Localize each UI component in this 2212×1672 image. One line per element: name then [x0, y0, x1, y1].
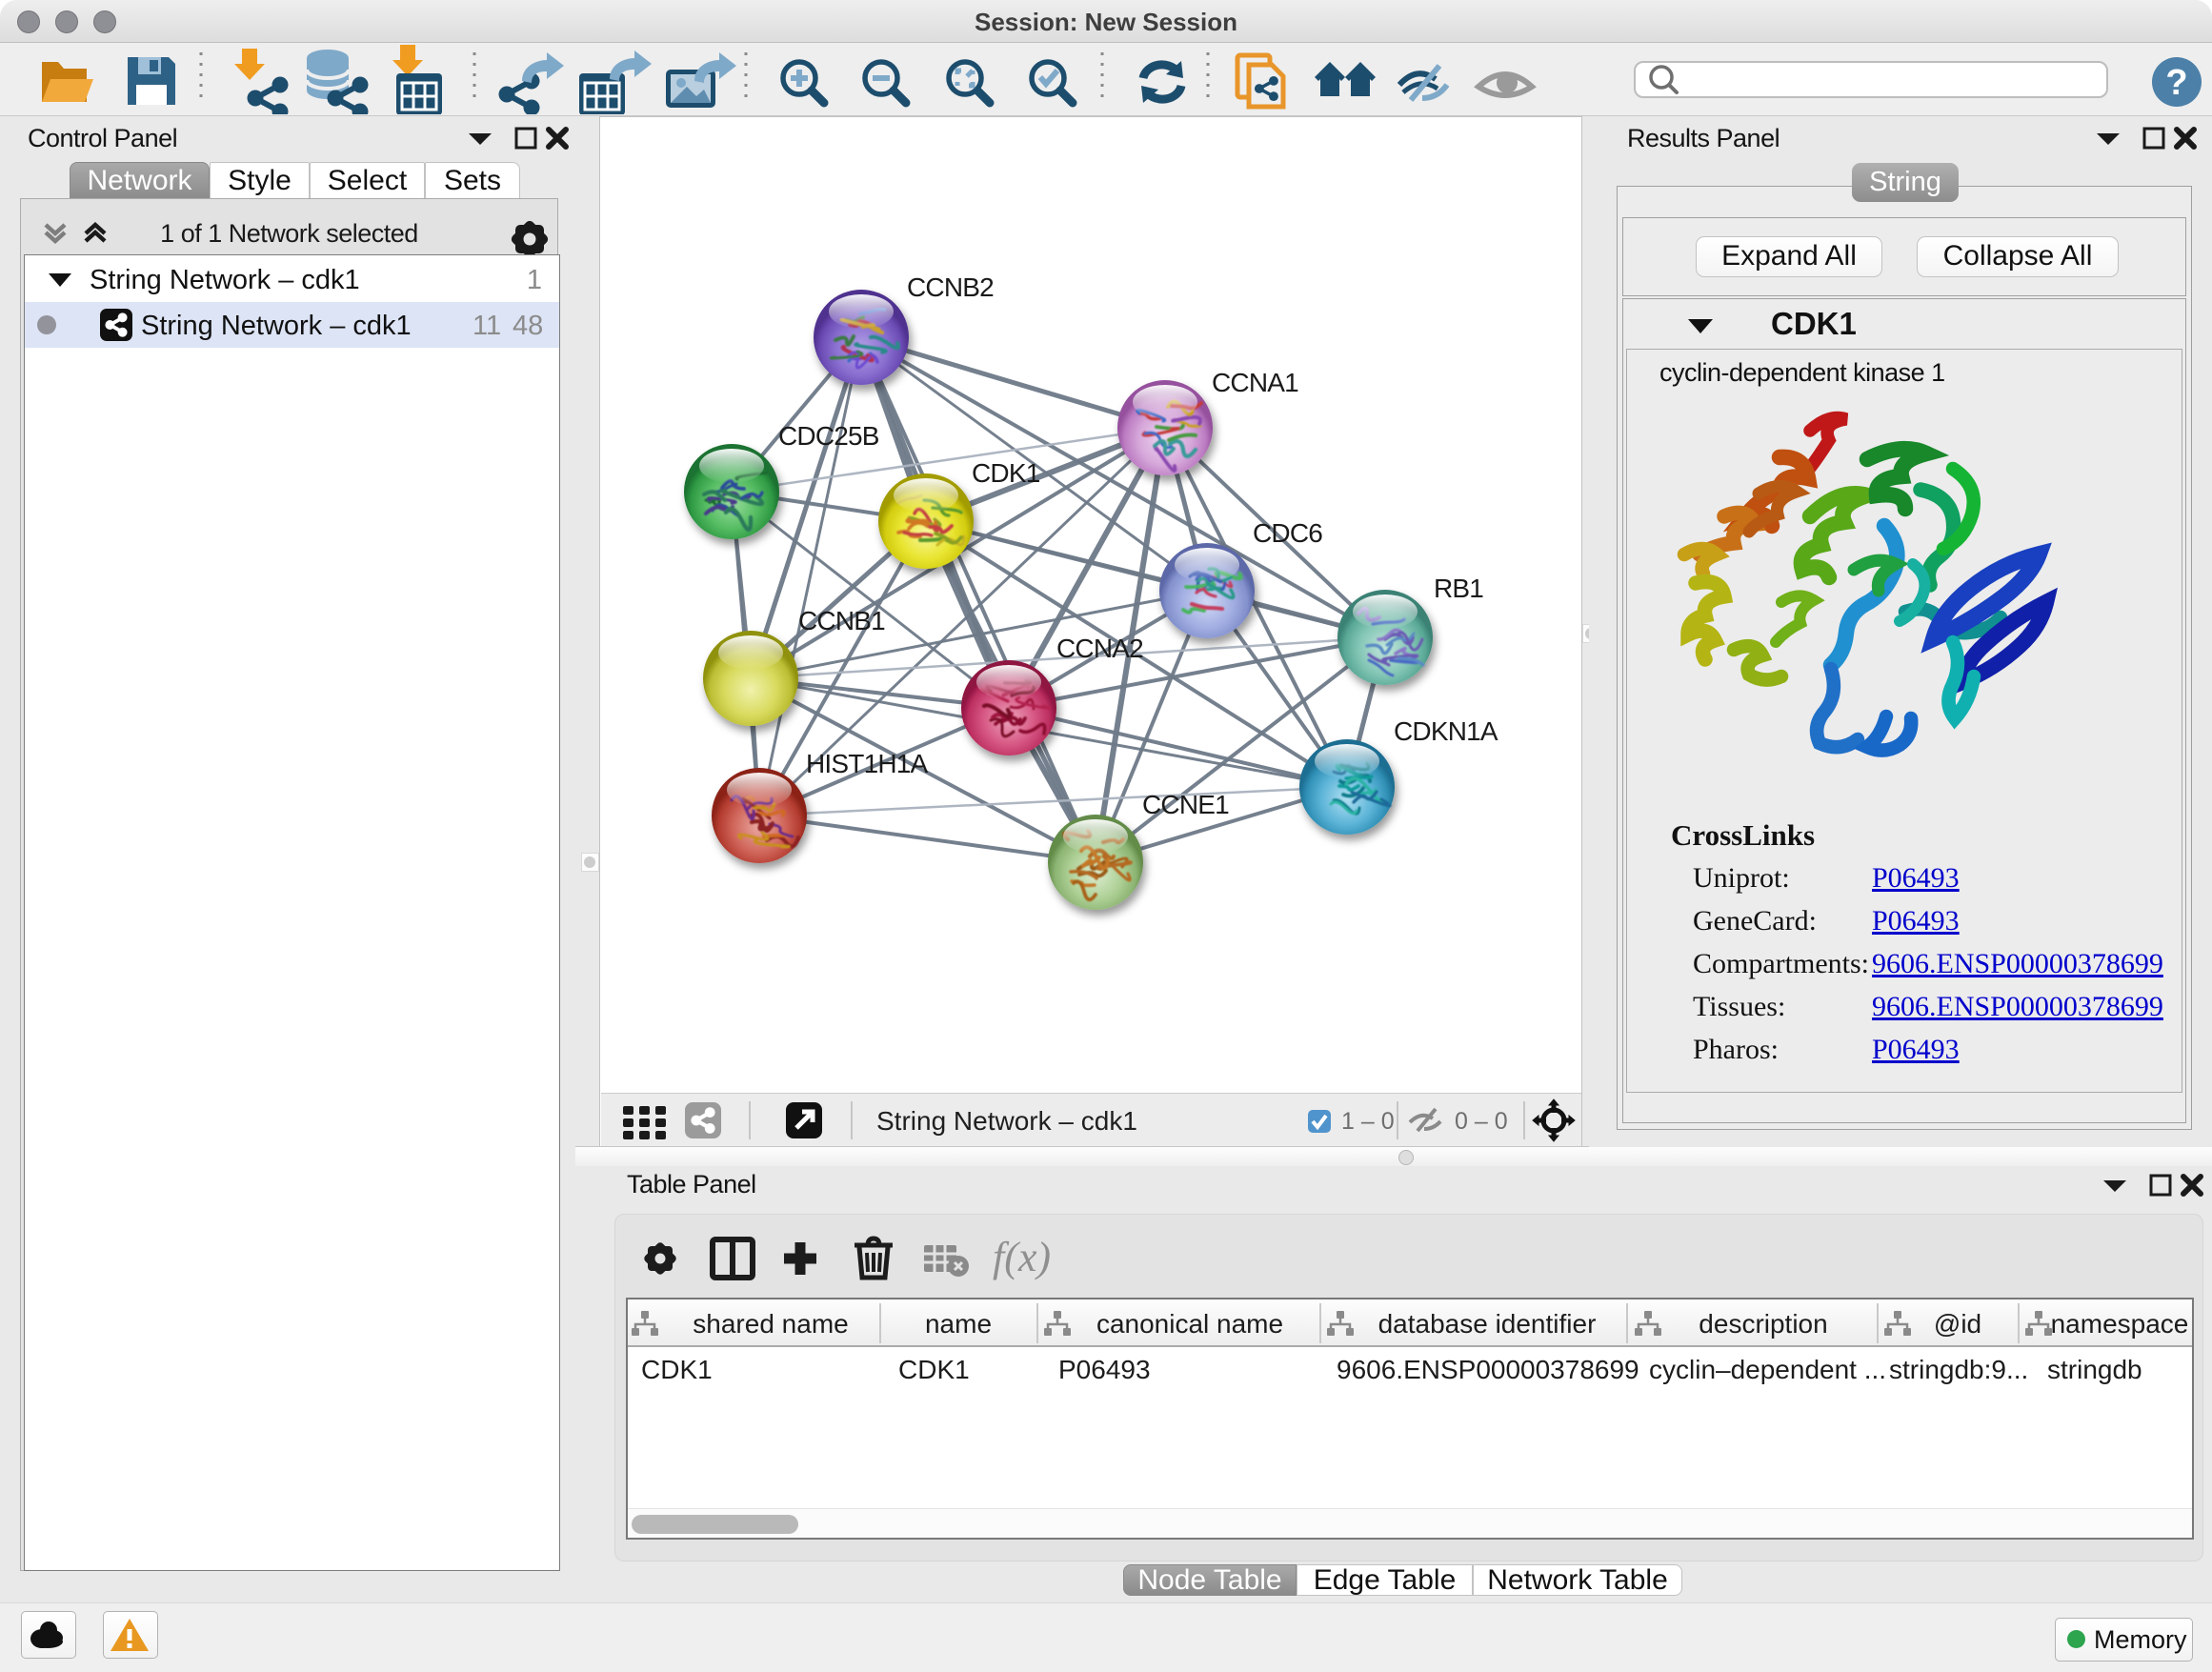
svg-text:CCNB2: CCNB2	[907, 272, 994, 302]
svg-text:CDKN1A: CDKN1A	[1394, 716, 1498, 746]
svg-text:stringdb:9...: stringdb:9...	[1889, 1355, 2028, 1384]
svg-text:HIST1H1A: HIST1H1A	[806, 749, 929, 778]
svg-text:CDC6: CDC6	[1253, 518, 1322, 548]
svg-text:CDK1: CDK1	[972, 458, 1040, 488]
svg-text:CCNA1: CCNA1	[1212, 368, 1298, 397]
svg-text:f(x): f(x)	[993, 1234, 1051, 1280]
svg-text:database identifier: database identifier	[1378, 1309, 1597, 1339]
svg-text:0 – 0: 0 – 0	[1455, 1108, 1508, 1135]
svg-text:CCNA2: CCNA2	[1056, 634, 1143, 663]
svg-text:1 – 0: 1 – 0	[1341, 1108, 1395, 1135]
svg-text:cyclin–dependent ...: cyclin–dependent ...	[1649, 1355, 1886, 1384]
svg-text:CDC25B: CDC25B	[778, 421, 879, 451]
svg-text:description: description	[1699, 1309, 1827, 1339]
svg-text:P06493: P06493	[1058, 1355, 1151, 1384]
svg-text:String Network – cdk1: String Network – cdk1	[876, 1106, 1137, 1136]
svg-text:canonical name: canonical name	[1096, 1309, 1283, 1339]
svg-text:namespace: namespace	[2051, 1309, 2189, 1339]
svg-text:CCNB1: CCNB1	[798, 606, 885, 635]
svg-text:9606.ENSP00000378699: 9606.ENSP00000378699	[1337, 1355, 1639, 1384]
svg-text:RB1: RB1	[1434, 574, 1483, 603]
svg-text:CDK1: CDK1	[641, 1355, 713, 1384]
svg-text:name: name	[925, 1309, 992, 1339]
svg-text:shared name: shared name	[693, 1309, 848, 1339]
svg-text:@id: @id	[1934, 1309, 1981, 1339]
svg-text:?: ?	[2165, 63, 2187, 103]
svg-text:stringdb: stringdb	[2047, 1355, 2142, 1384]
svg-text:CCNE1: CCNE1	[1142, 790, 1229, 819]
svg-text:CDK1: CDK1	[898, 1355, 970, 1384]
